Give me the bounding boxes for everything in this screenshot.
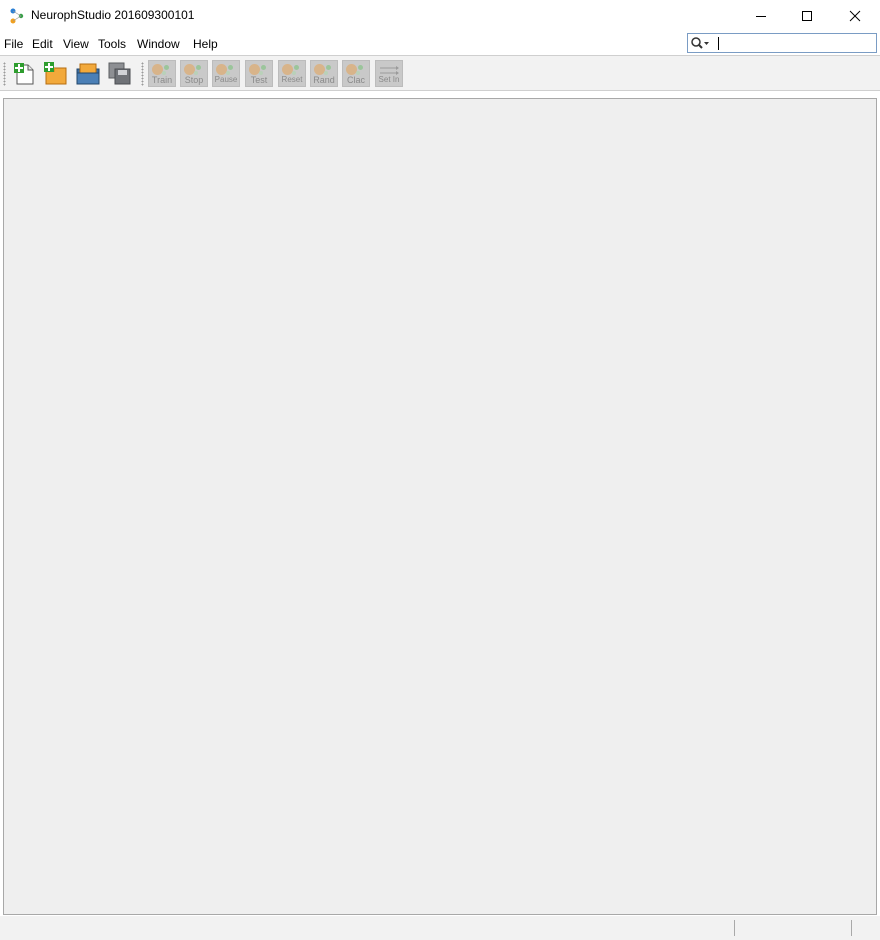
test-button[interactable]: Test — [245, 60, 273, 87]
title-bar: NeurophStudio 201609300101 — [0, 0, 880, 31]
minimize-button[interactable] — [738, 0, 784, 31]
menu-view[interactable]: View — [63, 37, 89, 51]
maximize-icon — [802, 10, 812, 21]
search-input[interactable] — [714, 35, 874, 51]
train-button[interactable]: Train — [148, 60, 176, 87]
toolbar: Train Stop Pause Test Reset Rand Clac Se… — [0, 56, 880, 91]
new-project-icon[interactable] — [43, 61, 69, 87]
randomize-button[interactable]: Rand — [310, 60, 338, 87]
status-bar — [0, 916, 880, 940]
menu-file[interactable]: File — [4, 37, 23, 51]
set-input-label: Set In — [378, 75, 400, 84]
close-icon — [849, 10, 861, 21]
set-input-button[interactable]: Set In — [375, 60, 403, 87]
minimize-icon — [756, 15, 766, 17]
pause-button[interactable]: Pause — [212, 60, 240, 87]
pause-label: Pause — [214, 75, 238, 84]
calculate-button[interactable]: Clac — [342, 60, 370, 87]
menu-tools[interactable]: Tools — [98, 37, 126, 51]
menu-edit[interactable]: Edit — [32, 37, 53, 51]
stop-label: Stop — [184, 75, 204, 85]
text-caret — [718, 37, 719, 50]
calculate-label: Clac — [346, 75, 365, 85]
train-label: Train — [151, 75, 173, 85]
save-all-icon[interactable] — [107, 61, 133, 87]
quick-search-box[interactable] — [687, 33, 877, 53]
window-title: NeurophStudio 201609300101 — [31, 8, 195, 22]
status-divider — [734, 920, 735, 936]
stop-button[interactable]: Stop — [180, 60, 208, 87]
reset-label: Reset — [281, 75, 303, 84]
test-label: Test — [250, 75, 268, 85]
neuroph-app-icon — [10, 8, 24, 24]
status-divider — [851, 920, 852, 936]
new-file-icon[interactable] — [11, 61, 37, 87]
reset-button[interactable]: Reset — [278, 60, 306, 87]
maximize-button[interactable] — [784, 0, 830, 31]
search-icon[interactable] — [690, 36, 712, 50]
toolbar-grip[interactable] — [3, 62, 6, 86]
randomize-label: Rand — [313, 75, 335, 85]
menu-help[interactable]: Help — [193, 37, 218, 51]
editor-workspace[interactable] — [3, 98, 877, 915]
toolbar-grip[interactable] — [141, 62, 144, 86]
close-button[interactable] — [832, 0, 878, 31]
menu-window[interactable]: Window — [137, 37, 180, 51]
open-project-icon[interactable] — [75, 61, 101, 87]
